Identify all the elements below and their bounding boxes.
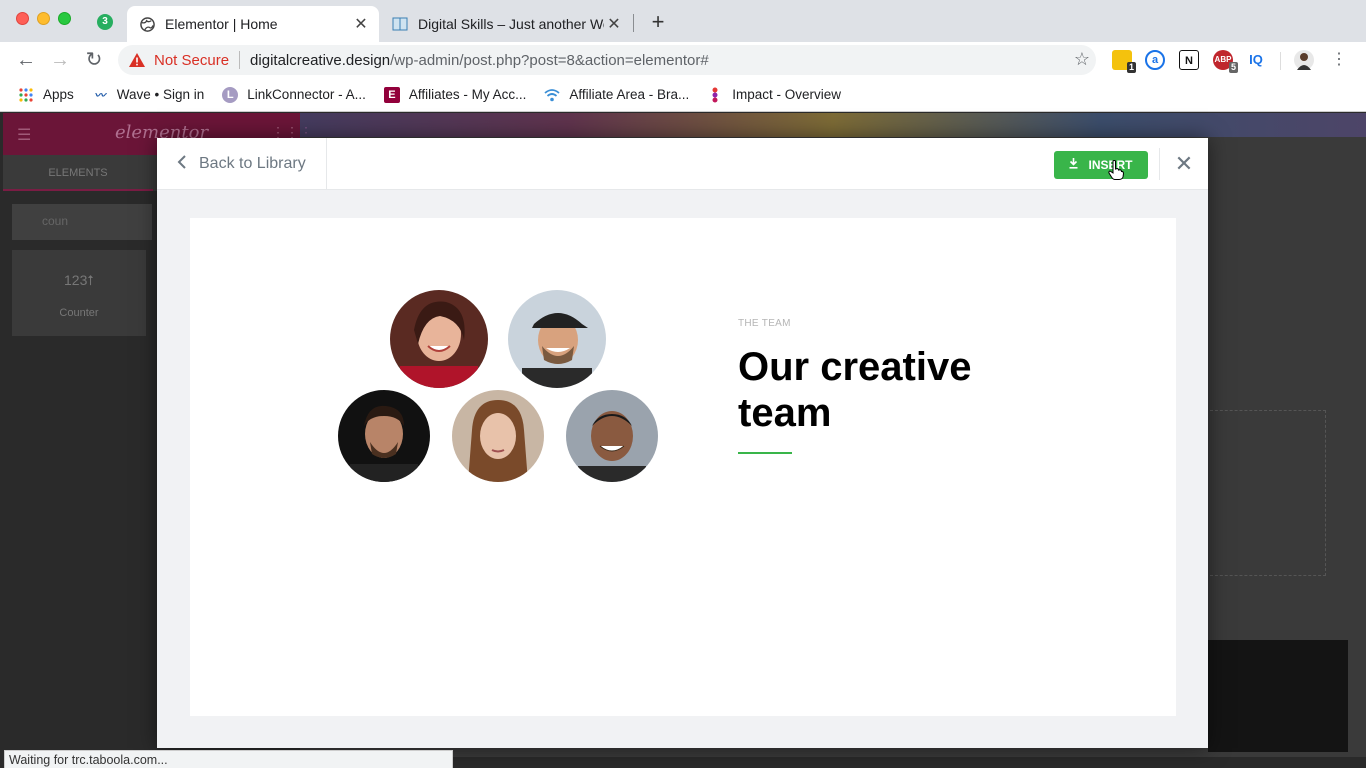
bookmark-apps[interactable]: Apps — [18, 87, 74, 103]
bookmark-label: LinkConnector - A... — [247, 87, 366, 102]
tab-elements[interactable]: ELEMENTS — [3, 155, 153, 191]
elementor-icon: E — [383, 86, 400, 103]
hamburger-icon[interactable]: ☰ — [17, 125, 31, 145]
back-label: Back to Library — [199, 155, 306, 172]
extension-badge-icon[interactable]: 3 — [97, 14, 113, 30]
bookmarks-bar: Apps 〰 Wave • Sign in L LinkConnector - … — [0, 78, 1366, 112]
window-close-button[interactable] — [16, 12, 29, 25]
url-path: /wp-admin/post.php?post=8&action=element… — [390, 51, 709, 69]
tab-digital-skills[interactable]: Digital Skills – Just another Wo ✕ — [380, 6, 632, 42]
modal-header: Back to Library INSERT ✕ — [157, 138, 1208, 190]
tab-close-icon[interactable]: ✕ — [351, 14, 371, 34]
tab-elementor-home[interactable]: Elementor | Home ✕ — [127, 6, 379, 42]
bookmark-label: Affiliate Area - Bra... — [569, 87, 690, 102]
book-icon — [392, 16, 408, 32]
bookmark-impact[interactable]: Impact - Overview — [707, 87, 841, 103]
bookmark-label: Apps — [43, 87, 74, 102]
address-bar[interactable]: Not Secure digitalcreative.design/wp-adm… — [118, 45, 1096, 75]
tab-separator — [633, 14, 634, 32]
bookmark-wave[interactable]: 〰 Wave • Sign in — [92, 87, 205, 103]
bookmark-linkconnector[interactable]: L LinkConnector - A... — [222, 86, 366, 103]
adblock-icon[interactable]: ABP 5 — [1213, 50, 1238, 73]
url-domain: digitalcreative.design — [250, 51, 391, 69]
canvas-empty-section — [1210, 410, 1326, 576]
download-icon — [1069, 158, 1078, 172]
bookmark-star-icon[interactable]: ☆ — [1074, 49, 1090, 70]
ext-separator — [1280, 52, 1281, 70]
template-preview-canvas: THE TEAM Our creative team — [190, 218, 1176, 716]
adblock-count: 5 — [1228, 62, 1238, 73]
reload-icon[interactable]: ↻ — [82, 48, 106, 72]
apps-grid-icon — [18, 87, 34, 103]
bookmark-label: Wave • Sign in — [116, 87, 205, 102]
globe-icon — [139, 16, 155, 32]
traffic-light-icon — [707, 87, 723, 103]
security-label[interactable]: Not Secure — [154, 52, 229, 69]
linkconnector-icon: L — [222, 86, 239, 103]
bookmark-affiliate-area[interactable]: Affiliate Area - Bra... — [544, 87, 689, 103]
widget-counter[interactable]: 123⭡ Counter — [12, 250, 146, 336]
profile-avatar-icon[interactable] — [1294, 50, 1314, 70]
section-eyebrow: THE TEAM — [738, 318, 791, 329]
tab-title: Digital Skills – Just another Wo — [418, 16, 604, 32]
tab-title: Elementor | Home — [165, 16, 278, 32]
chevron-left-icon — [177, 154, 187, 175]
new-tab-button[interactable]: + — [646, 8, 670, 36]
tab-close-icon[interactable]: ✕ — [604, 14, 624, 34]
widget-label: Counter — [59, 307, 99, 319]
template-preview-modal: Back to Library INSERT ✕ THE TEAM Our cr… — [157, 138, 1208, 748]
counter-icon-text: 123 — [64, 272, 88, 288]
header-separator — [1159, 148, 1160, 180]
team-avatar-1 — [390, 290, 488, 388]
ext-badge-icon[interactable]: 1 — [1112, 50, 1136, 73]
bookmark-label: Impact - Overview — [732, 87, 841, 102]
widget-search-input[interactable]: coun — [12, 204, 152, 240]
browser-tab-bar: 3 Elementor | Home ✕ Digital Skills – Ju… — [0, 0, 1366, 42]
wave-logo-icon: 〰 — [94, 89, 106, 102]
close-icon[interactable]: ✕ — [1171, 150, 1197, 178]
back-arrow-icon[interactable]: ← — [14, 48, 38, 72]
team-avatar-4 — [452, 390, 544, 482]
browser-toolbar: ← → ↻ Not Secure digitalcreative.design /… — [0, 42, 1366, 78]
canvas-header-image — [300, 113, 1366, 137]
ext-iq-icon[interactable]: IQ — [1246, 50, 1266, 70]
team-avatar-3 — [338, 390, 430, 482]
forward-arrow-icon[interactable]: → — [48, 48, 72, 72]
back-to-library-button[interactable]: Back to Library — [157, 138, 327, 190]
window-zoom-button[interactable] — [58, 12, 71, 25]
bookmark-affiliates[interactable]: E Affiliates - My Acc... — [383, 86, 527, 103]
accent-divider — [738, 452, 792, 454]
omnibox-separator — [239, 51, 241, 69]
browser-status-bar: Waiting for trc.taboola.com... — [4, 750, 453, 768]
counter-widget-icon: 123⭡ — [64, 272, 94, 288]
team-avatar-2 — [508, 290, 606, 388]
hand-cursor-icon — [1108, 160, 1125, 180]
ext-n-icon[interactable]: N — [1179, 50, 1199, 70]
ext-a-icon[interactable]: a — [1145, 50, 1165, 70]
insert-button[interactable]: INSERT — [1054, 151, 1148, 179]
wifi-icon — [544, 87, 560, 103]
menu-kebab-icon[interactable]: ⋮ — [1327, 48, 1351, 72]
warning-icon — [128, 52, 146, 68]
ext-badge-count: 1 — [1126, 62, 1136, 73]
section-headline: Our creative team — [738, 345, 972, 435]
canvas-footer-block — [1208, 640, 1348, 752]
window-minimize-button[interactable] — [37, 12, 50, 25]
team-avatar-5 — [566, 390, 658, 482]
bookmark-label: Affiliates - My Acc... — [408, 87, 527, 102]
